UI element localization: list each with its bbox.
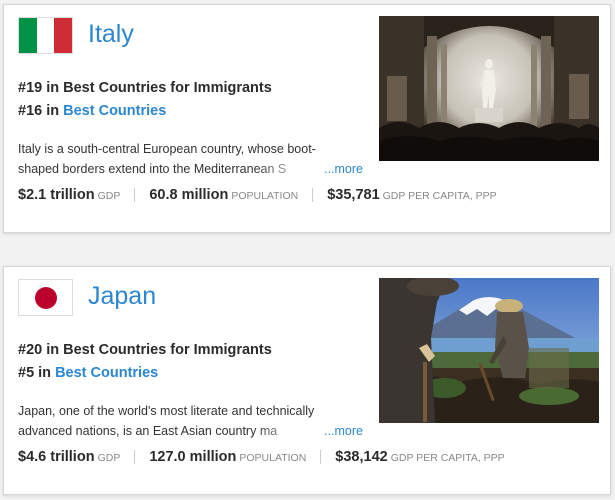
- population-label: POPULATION: [239, 452, 307, 464]
- rank-prefix: #16 in: [18, 103, 64, 119]
- best-countries-link[interactable]: Best Countries: [63, 103, 166, 119]
- population-value: 60.8 million: [149, 187, 229, 203]
- gdp-per-capita-value: $35,781: [327, 187, 380, 203]
- stat-gdp-per-capita: $35,781 GDP PER CAPITA, PPP: [327, 186, 496, 204]
- rank-best-countries: #16 in Best Countries: [18, 103, 166, 119]
- flag-stripe-green: [19, 18, 37, 53]
- population-label: POPULATION: [231, 190, 299, 202]
- rank-best-countries: #5 in Best Countries: [18, 365, 158, 381]
- country-card-italy: Italy #19 in Best Countries for Immigran…: [3, 4, 611, 233]
- description-line-2-row: advanced nations, is an East Asian count…: [18, 421, 363, 441]
- gdp-per-capita-value: $38,142: [335, 449, 388, 465]
- best-countries-link[interactable]: Best Countries: [55, 365, 158, 381]
- country-stats: $2.1 trillion GDP 60.8 million POPULATION …: [18, 186, 497, 204]
- country-description: Japan, one of the world's most literate …: [18, 401, 363, 441]
- stat-divider: [134, 188, 136, 202]
- description-line-2-row: shaped borders extend into the Mediterra…: [18, 159, 363, 179]
- gdp-per-capita-label: GDP PER CAPITA, PPP: [390, 452, 505, 464]
- stat-divider: [312, 188, 314, 202]
- rank-immigrants: #20 in Best Countries for Immigrants: [18, 342, 272, 358]
- stat-population: 127.0 million POPULATION: [149, 448, 306, 466]
- rank-immigrants: #19 in Best Countries for Immigrants: [18, 80, 272, 96]
- flag-stripe-red: [54, 18, 72, 53]
- statue-of-david-photo: [379, 16, 599, 161]
- description-line-1: Japan, one of the world's most literate …: [18, 404, 315, 418]
- stat-gdp: $4.6 trillion GDP: [18, 448, 120, 466]
- description-line-2: shaped borders extend into the Mediterra…: [18, 162, 287, 176]
- italy-flag-icon: [18, 17, 73, 54]
- description-line-2: advanced nations, is an East Asian count…: [18, 424, 278, 438]
- country-name-link[interactable]: Italy: [88, 17, 134, 51]
- more-link[interactable]: ...more: [324, 421, 363, 441]
- country-description: Italy is a south-central European countr…: [18, 139, 363, 179]
- gdp-label: GDP: [97, 452, 121, 464]
- flag-red-disc: [34, 286, 57, 309]
- mount-fuji-farmers-photo: [379, 278, 599, 423]
- japan-flag-icon: [18, 279, 73, 316]
- country-card-japan: Japan #20 in Best Countries for Immigran…: [3, 266, 611, 495]
- rank-prefix: #5 in: [18, 365, 56, 381]
- gdp-value: $4.6 trillion: [18, 449, 95, 465]
- stat-gdp-per-capita: $38,142 GDP PER CAPITA, PPP: [335, 448, 504, 466]
- population-value: 127.0 million: [149, 449, 237, 465]
- more-link[interactable]: ...more: [324, 159, 363, 179]
- description-line-1: Italy is a south-central European countr…: [18, 142, 316, 156]
- gdp-value: $2.1 trillion: [18, 187, 95, 203]
- gdp-label: GDP: [97, 190, 121, 202]
- flag-stripe-white: [36, 18, 55, 53]
- country-name-link[interactable]: Japan: [88, 279, 156, 313]
- stat-gdp: $2.1 trillion GDP: [18, 186, 120, 204]
- stat-divider: [134, 450, 136, 464]
- country-stats: $4.6 trillion GDP 127.0 million POPULATION…: [18, 448, 505, 466]
- gdp-per-capita-label: GDP PER CAPITA, PPP: [382, 190, 497, 202]
- stat-divider: [320, 450, 322, 464]
- stat-population: 60.8 million POPULATION: [149, 186, 298, 204]
